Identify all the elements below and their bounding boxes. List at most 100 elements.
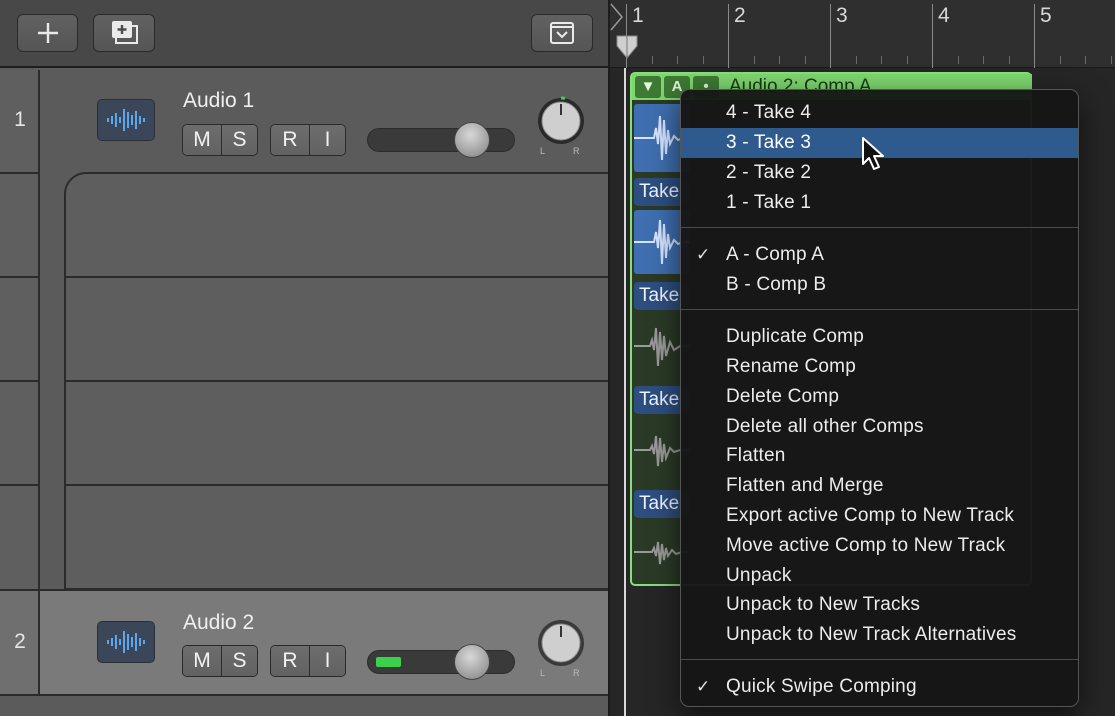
track-icon[interactable] [97, 621, 155, 663]
menu-item-unpack[interactable]: Unpack [681, 561, 1078, 591]
menu-separator [681, 227, 1078, 228]
menu-item-flatten-and-merge[interactable]: Flatten and Merge [681, 471, 1078, 501]
pan-left-label: L [540, 668, 546, 678]
track-header-panel: 1 Audio 1 M S R I L R 2 Audio 2 M S R I … [0, 0, 610, 716]
record-enable-button[interactable]: R [271, 646, 309, 676]
bar-number: 2 [734, 4, 746, 27]
track-icon[interactable] [97, 99, 155, 141]
pan-right-label: R [573, 668, 580, 678]
input-monitor-button[interactable]: I [309, 125, 345, 155]
menu-separator [681, 309, 1078, 310]
menu-item-duplicate-comp[interactable]: Duplicate Comp [681, 322, 1078, 352]
take-folder-lanes [64, 172, 608, 590]
add-track-button[interactable] [17, 14, 78, 52]
track-row-selected[interactable] [0, 591, 608, 694]
mute-button[interactable]: M [183, 646, 221, 676]
chevron-down-icon [550, 22, 574, 44]
track-number: 2 [14, 630, 26, 653]
bar-number: 3 [836, 4, 848, 27]
beat-tick [855, 56, 857, 64]
pan-right-label: R [573, 146, 580, 156]
bar-tick [830, 4, 831, 68]
bar-number: 5 [1040, 4, 1052, 27]
bar-number: 4 [938, 4, 950, 27]
pan-left-label: L [540, 146, 546, 156]
row-divider [0, 694, 608, 696]
beat-tick [957, 56, 959, 64]
check-icon: ✓ [696, 677, 711, 696]
waveform-icon [107, 109, 145, 131]
pan-knob[interactable] [535, 617, 587, 669]
ruler-start-arrow-icon [610, 3, 623, 31]
beat-tick [702, 56, 704, 64]
row-divider [0, 484, 40, 486]
bar-number: 1 [632, 4, 644, 27]
bar-tick [932, 4, 933, 68]
track-name[interactable]: Audio 2 [183, 611, 254, 635]
beat-tick [779, 56, 780, 64]
lane-divider [66, 380, 608, 382]
bar-ruler[interactable]: 1 2 3 4 5 [610, 0, 1115, 68]
take-folder-context-menu: 4 - Take 4 3 - Take 3 2 - Take 2 1 - Tak… [680, 89, 1079, 707]
menu-item-unpack-to-new-tracks[interactable]: Unpack to New Tracks [681, 590, 1078, 620]
beat-tick [1085, 56, 1086, 64]
volume-slider-handle[interactable] [453, 644, 490, 680]
menu-item-take-4[interactable]: 4 - Take 4 [681, 98, 1078, 128]
track-toolbar [0, 0, 608, 68]
beat-tick [881, 56, 882, 64]
menu-item-export-active-comp[interactable]: Export active Comp to New Track [681, 501, 1078, 531]
beat-tick [753, 56, 755, 64]
menu-item-comp-b[interactable]: B - Comp B [681, 270, 1078, 300]
bar-tick [1034, 4, 1035, 68]
menu-item-move-active-comp[interactable]: Move active Comp to New Track [681, 531, 1078, 561]
lane-divider [66, 484, 608, 486]
check-icon: ✓ [696, 245, 711, 264]
beat-tick [983, 56, 984, 64]
duplicate-track-icon [112, 21, 138, 44]
menu-item-flatten[interactable]: Flatten [681, 441, 1078, 471]
menu-separator [681, 659, 1078, 660]
record-input-group: R I [270, 645, 346, 677]
beat-tick [651, 56, 653, 64]
mute-solo-group: M S [182, 124, 258, 156]
row-divider [0, 276, 40, 278]
menu-item-take-1[interactable]: 1 - Take 1 [681, 188, 1078, 218]
track-name[interactable]: Audio 1 [183, 89, 254, 113]
row-divider [0, 380, 40, 382]
record-input-group: R I [270, 124, 346, 156]
menu-item-delete-all-other-comps[interactable]: Delete all other Comps [681, 412, 1078, 442]
mouse-pointer-icon [862, 137, 884, 170]
input-monitor-button[interactable]: I [309, 646, 345, 676]
menu-item-label: Quick Swipe Comping [726, 676, 917, 697]
pan-knob[interactable] [535, 95, 587, 147]
row-divider [0, 172, 40, 174]
bar-tick [728, 4, 729, 68]
menu-item-label: A - Comp A [726, 244, 825, 265]
beat-tick [1008, 56, 1010, 64]
solo-button[interactable]: S [221, 646, 257, 676]
beat-tick [1059, 56, 1061, 64]
volume-slider[interactable] [367, 122, 515, 158]
level-meter [376, 657, 401, 667]
record-enable-button[interactable]: R [271, 125, 309, 155]
pan-knob-icon [538, 620, 584, 666]
lane-divider [66, 276, 608, 278]
collapse-button[interactable] [531, 14, 593, 52]
menu-item-delete-comp[interactable]: Delete Comp [681, 382, 1078, 412]
waveform-icon [107, 631, 145, 653]
menu-item-rename-comp[interactable]: Rename Comp [681, 352, 1078, 382]
take-folder-disclosure-button[interactable]: ▼ [635, 76, 661, 98]
playhead-line [624, 68, 626, 716]
solo-button[interactable]: S [221, 125, 257, 155]
volume-slider-handle[interactable] [453, 122, 490, 158]
plus-icon [37, 23, 58, 43]
mute-button[interactable]: M [183, 125, 221, 155]
playhead-icon[interactable] [615, 34, 639, 60]
duplicate-track-button[interactable] [93, 14, 155, 52]
menu-item-comp-a[interactable]: ✓ A - Comp A [681, 240, 1078, 270]
beat-tick [1110, 56, 1112, 64]
menu-item-quick-swipe-comping[interactable]: ✓ Quick Swipe Comping [681, 672, 1078, 702]
beat-tick [906, 56, 908, 64]
menu-item-unpack-to-new-track-alternatives[interactable]: Unpack to New Track Alternatives [681, 620, 1078, 650]
volume-slider[interactable] [367, 644, 515, 680]
